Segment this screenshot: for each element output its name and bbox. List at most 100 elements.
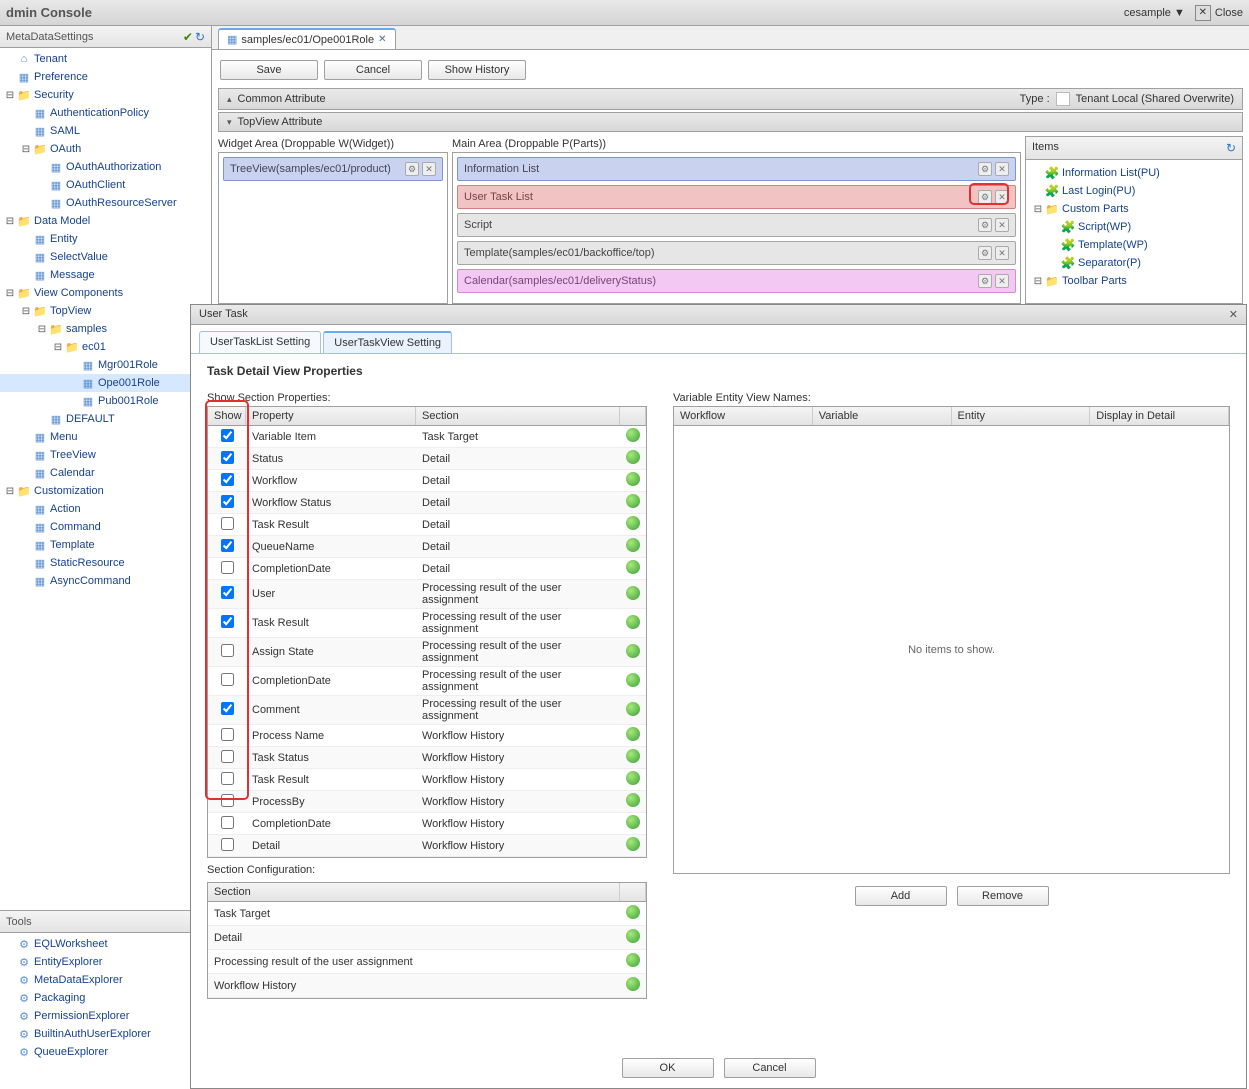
tab-ope001role[interactable]: ▦ samples/ec01/Ope001Role ✕ xyxy=(218,28,396,49)
table-row[interactable]: CompletionDateDetail xyxy=(208,558,646,580)
status-icon[interactable] xyxy=(626,673,640,687)
table-row[interactable]: WorkflowDetail xyxy=(208,470,646,492)
table-row[interactable]: Workflow StatusDetail xyxy=(208,492,646,514)
col-workflow[interactable]: Workflow xyxy=(674,407,813,425)
gear-icon[interactable]: ⚙ xyxy=(978,162,992,176)
gear-icon[interactable]: ⚙ xyxy=(978,274,992,288)
show-checkbox[interactable] xyxy=(221,517,234,530)
toggle-icon[interactable]: ⊟ xyxy=(20,144,32,155)
tree-item-template[interactable]: ▦Template xyxy=(0,536,211,554)
col-displayindetail[interactable]: Display in Detail xyxy=(1090,407,1229,425)
tree-item-viewcomponents[interactable]: ⊟📁View Components xyxy=(0,284,211,302)
tree-item-preference[interactable]: ▦Preference xyxy=(0,68,211,86)
delete-icon[interactable]: ✕ xyxy=(995,190,1009,204)
item-informationlistpu[interactable]: 🧩Information List(PU) xyxy=(1028,164,1240,182)
tree-item-message[interactable]: ▦Message xyxy=(0,266,211,284)
show-checkbox[interactable] xyxy=(221,816,234,829)
table-row[interactable]: DetailWorkflow History xyxy=(208,835,646,857)
tree-item-tenant[interactable]: ⌂Tenant xyxy=(0,50,211,68)
toggle-icon[interactable]: ⊟ xyxy=(20,306,32,317)
part-templatesamplesec01backofficetop[interactable]: Template(samples/ec01/backoffice/top)⚙✕ xyxy=(457,241,1016,265)
table-row[interactable]: UserProcessing result of the user assign… xyxy=(208,580,646,609)
col-entity[interactable]: Entity xyxy=(952,407,1091,425)
show-checkbox[interactable] xyxy=(221,473,234,486)
status-icon[interactable] xyxy=(626,837,640,851)
status-icon[interactable] xyxy=(626,516,640,530)
cancel-button[interactable]: Cancel xyxy=(324,60,422,80)
show-checkbox[interactable] xyxy=(221,750,234,763)
toggle-icon[interactable]: ⊟ xyxy=(4,288,16,299)
delete-icon[interactable]: ✕ xyxy=(995,162,1009,176)
status-icon[interactable] xyxy=(626,494,640,508)
col-section2[interactable]: Section xyxy=(208,883,620,901)
gear-icon[interactable]: ⚙ xyxy=(978,246,992,260)
tree-item-ec01[interactable]: ⊟📁ec01 xyxy=(0,338,211,356)
tree-item-default[interactable]: ▦DEFAULT xyxy=(0,410,211,428)
tree-item-calendar[interactable]: ▦Calendar xyxy=(0,464,211,482)
tree-item-authenticationpolicy[interactable]: ▦AuthenticationPolicy xyxy=(0,104,211,122)
status-icon[interactable] xyxy=(626,586,640,600)
table-row[interactable]: Variable ItemTask Target xyxy=(208,426,646,448)
tool-entityexplorer[interactable]: ⚙EntityExplorer xyxy=(0,953,211,971)
show-checkbox[interactable] xyxy=(221,539,234,552)
table-row[interactable]: Task StatusWorkflow History xyxy=(208,747,646,769)
widget-area-dropbox[interactable]: TreeView(samples/ec01/product) ⚙ ✕ xyxy=(218,152,448,304)
status-icon[interactable] xyxy=(626,560,640,574)
tool-packaging[interactable]: ⚙Packaging xyxy=(0,989,211,1007)
show-checkbox[interactable] xyxy=(221,772,234,785)
history-button[interactable]: Show History xyxy=(428,60,526,80)
status-icon[interactable] xyxy=(626,538,640,552)
toggle-icon[interactable]: ⊟ xyxy=(4,216,16,227)
table-row[interactable]: ProcessByWorkflow History xyxy=(208,791,646,813)
tree-item-ope001role[interactable]: ▦Ope001Role xyxy=(0,374,211,392)
col-variable[interactable]: Variable xyxy=(813,407,952,425)
item-toolbarparts[interactable]: ⊟📁Toolbar Parts xyxy=(1028,272,1240,290)
table-row[interactable]: CommentProcessing result of the user ass… xyxy=(208,696,646,725)
table-row[interactable]: QueueNameDetail xyxy=(208,536,646,558)
tree-item-selectvalue[interactable]: ▦SelectValue xyxy=(0,248,211,266)
tree-item-pub001role[interactable]: ▦Pub001Role xyxy=(0,392,211,410)
status-icon[interactable] xyxy=(626,644,640,658)
delete-icon[interactable]: ✕ xyxy=(995,246,1009,260)
toggle-icon[interactable]: ⊟ xyxy=(36,324,48,335)
dialog-close-icon[interactable]: ✕ xyxy=(1229,308,1238,321)
tool-builtinauthuserexplorer[interactable]: ⚙BuiltinAuthUserExplorer xyxy=(0,1025,211,1043)
close-button[interactable]: ✕ Close xyxy=(1195,5,1243,21)
tree-item-oauthclient[interactable]: ▦OAuthClient xyxy=(0,176,211,194)
gear-icon[interactable]: ⚙ xyxy=(978,190,992,204)
table-row[interactable]: Task ResultWorkflow History xyxy=(208,769,646,791)
tree-item-treeview[interactable]: ▦TreeView xyxy=(0,446,211,464)
show-checkbox[interactable] xyxy=(221,673,234,686)
section-row[interactable]: Task Target xyxy=(208,902,646,926)
item-customparts[interactable]: ⊟📁Custom Parts xyxy=(1028,200,1240,218)
tree-item-topview[interactable]: ⊟📁TopView xyxy=(0,302,211,320)
tool-permissionexplorer[interactable]: ⚙PermissionExplorer xyxy=(0,1007,211,1025)
status-icon[interactable] xyxy=(626,727,640,741)
tree-item-menu[interactable]: ▦Menu xyxy=(0,428,211,446)
tree-item-entity[interactable]: ▦Entity xyxy=(0,230,211,248)
toggle-icon[interactable]: ⊟ xyxy=(52,342,64,353)
status-icon[interactable] xyxy=(626,905,640,919)
ok-button[interactable]: OK xyxy=(622,1058,714,1078)
section-row[interactable]: Workflow History xyxy=(208,974,646,998)
tree-item-action[interactable]: ▦Action xyxy=(0,500,211,518)
show-checkbox[interactable] xyxy=(221,495,234,508)
show-checkbox[interactable] xyxy=(221,794,234,807)
tree-item-datamodel[interactable]: ⊟📁Data Model xyxy=(0,212,211,230)
main-area-dropbox[interactable]: Information List⚙✕User Task List⚙✕Script… xyxy=(452,152,1021,304)
show-checkbox[interactable] xyxy=(221,728,234,741)
show-checkbox[interactable] xyxy=(221,838,234,851)
section-row[interactable]: Processing result of the user assignment xyxy=(208,950,646,974)
status-icon[interactable] xyxy=(626,702,640,716)
status-icon[interactable] xyxy=(626,977,640,991)
table-row[interactable]: CompletionDateProcessing result of the u… xyxy=(208,667,646,696)
status-icon[interactable] xyxy=(626,428,640,442)
save-button[interactable]: Save xyxy=(220,60,318,80)
show-checkbox[interactable] xyxy=(221,586,234,599)
status-icon[interactable] xyxy=(626,815,640,829)
tree-item-staticresource[interactable]: ▦StaticResource xyxy=(0,554,211,572)
tab-usertasklist[interactable]: UserTaskList Setting xyxy=(199,331,321,353)
section-row[interactable]: Detail xyxy=(208,926,646,950)
tree-item-oauthauthorization[interactable]: ▦OAuthAuthorization xyxy=(0,158,211,176)
widget-treeitem[interactable]: TreeView(samples/ec01/product) ⚙ ✕ xyxy=(223,157,443,181)
